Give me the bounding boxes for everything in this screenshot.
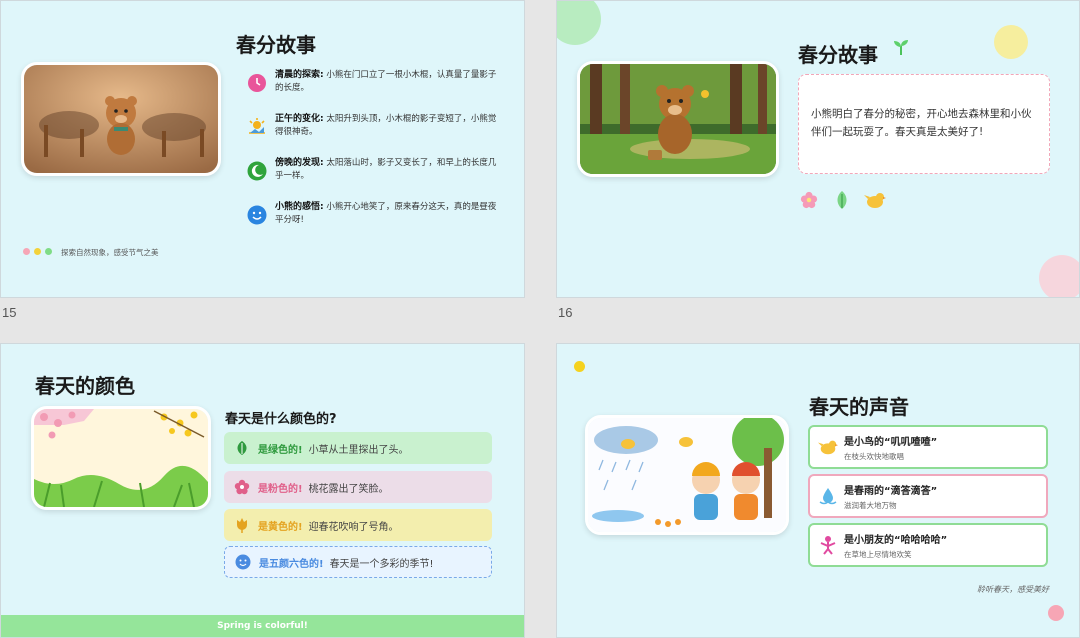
slide-number: 15 [2, 305, 17, 320]
child-icon [820, 536, 836, 555]
spring-flowers-illustration [31, 406, 211, 510]
sprout-icon [894, 40, 908, 55]
slide-title: 春天的颜色 [35, 374, 135, 398]
color-label: 是绿色的! [258, 444, 303, 456]
slide-footer: 聆听春天，感受美好 [977, 585, 1049, 594]
section-subtitle: 春天是什么颜色的? [225, 412, 337, 427]
story-card-insight: 小熊的感悟: 小熊开心地笑了，原来春分这天，真的是昼夜平分呀! [237, 196, 503, 234]
color-text: 桃花露出了笑脸。 [308, 483, 389, 495]
clock-icon [248, 74, 266, 92]
card-heading: 正午的变化: [275, 114, 324, 124]
story-card-evening: 傍晚的发现: 太阳落山时，影子又变长了，和早上的长度几乎一样。 [237, 152, 503, 190]
decor-circle [557, 1, 601, 45]
color-card-green: 是绿色的! 小草从土里探出了头。 [224, 432, 492, 464]
card-heading: 清晨的探索: [275, 70, 324, 80]
slide-number: 16 [558, 305, 573, 320]
slide-footer: 探索自然现象，感受节气之美 [61, 248, 159, 257]
story-card-noon: 正午的变化: 太阳升到头顶，小木棍的影子变短了，小熊觉得很神奇。 [237, 108, 503, 146]
sound-card-rain: 是春雨的“滴答滴答” 滋润着大地万物 [808, 474, 1048, 518]
color-label: 是黄色的! [258, 521, 303, 533]
sun-icon [249, 118, 265, 134]
color-text: 小草从土里探出了头。 [308, 444, 409, 456]
color-text: 春天是一个多彩的季节! [329, 558, 434, 570]
decor-dots [23, 248, 52, 255]
slide-title: 春分故事 [798, 43, 878, 67]
color-label: 是五颜六色的! [259, 558, 324, 570]
flower-icon [234, 479, 250, 495]
story-text-box: 小熊明白了春分的秘密，开心地去森林里和小伙伴们一起玩耍了。春天真是太美好了! [798, 74, 1050, 174]
decor-dot [574, 361, 585, 372]
leaf-icon [237, 441, 247, 455]
sound-title: 是春雨的“滴答滴答” [844, 485, 938, 497]
slide-title: 春分故事 [236, 33, 316, 57]
sound-desc: 滋润着大地万物 [844, 500, 897, 510]
leaf-icon [837, 191, 847, 209]
color-text: 迎春花吹响了号角。 [308, 521, 399, 533]
decor-circle [1039, 255, 1079, 297]
slide-banner: Spring is colorful! [1, 615, 524, 637]
bird-icon [818, 440, 838, 455]
slide-16[interactable]: 春分故事 小熊明白了春分的秘密，开心地去森林里和小伙伴们一起玩耍了。春天真是太美… [556, 0, 1080, 298]
sound-card-bird: 是小鸟的“叽叽喳喳” 在枝头欢快地歌唱 [808, 425, 1048, 469]
slide-15[interactable]: 春分故事 清晨的探索: 小熊在门口立了一根小木棍，认真量了量影子的长度。 正午的… [0, 0, 525, 298]
sound-card-child: 是小朋友的“哈哈哈哈” 在草地上尽情地欢笑 [808, 523, 1048, 567]
story-card-morning: 清晨的探索: 小熊在门口立了一根小木棍，认真量了量影子的长度。 [237, 64, 503, 102]
color-card-colorful: 是五颜六色的! 春天是一个多彩的季节! [224, 546, 492, 578]
decor-circle [994, 25, 1028, 59]
rain-icon [819, 488, 837, 505]
color-label: 是粉色的! [258, 483, 303, 495]
tulip-icon [237, 518, 247, 533]
kids-rain-illustration [585, 415, 789, 535]
bear-forest-illustration [577, 61, 779, 177]
smile-icon [235, 554, 251, 570]
sound-title: 是小鸟的“叽叽喳喳” [844, 436, 938, 448]
sound-desc: 在草地上尽情地欢笑 [844, 549, 912, 559]
card-heading: 小熊的感悟: [275, 202, 324, 212]
slide-title: 春天的声音 [809, 395, 909, 419]
slide-17[interactable]: 春天的颜色 春天是什么颜色的? 是绿色的! 小草从土里探出了头。 是粉色的! 桃花露… [0, 343, 525, 638]
smile-icon [247, 205, 267, 225]
card-heading: 傍晚的发现: [275, 158, 324, 168]
color-card-pink: 是粉色的! 桃花露出了笑脸。 [224, 471, 492, 503]
bird-icon [864, 193, 886, 208]
sound-title: 是小朋友的“哈哈哈哈” [844, 534, 948, 546]
color-card-yellow: 是黄色的! 迎春花吹响了号角。 [224, 509, 492, 541]
bear-shadow-illustration [21, 62, 221, 176]
moon-icon [247, 161, 267, 181]
flower-icon [800, 191, 818, 209]
sound-desc: 在枝头欢快地歌唱 [844, 451, 904, 461]
slide-18[interactable]: 春天的声音 是小鸟的“叽叽喳喳” 在枝头欢快地歌唱 是春雨的“滴答滴答” 滋润着大地… [556, 343, 1080, 638]
decor-dot [1048, 605, 1064, 621]
